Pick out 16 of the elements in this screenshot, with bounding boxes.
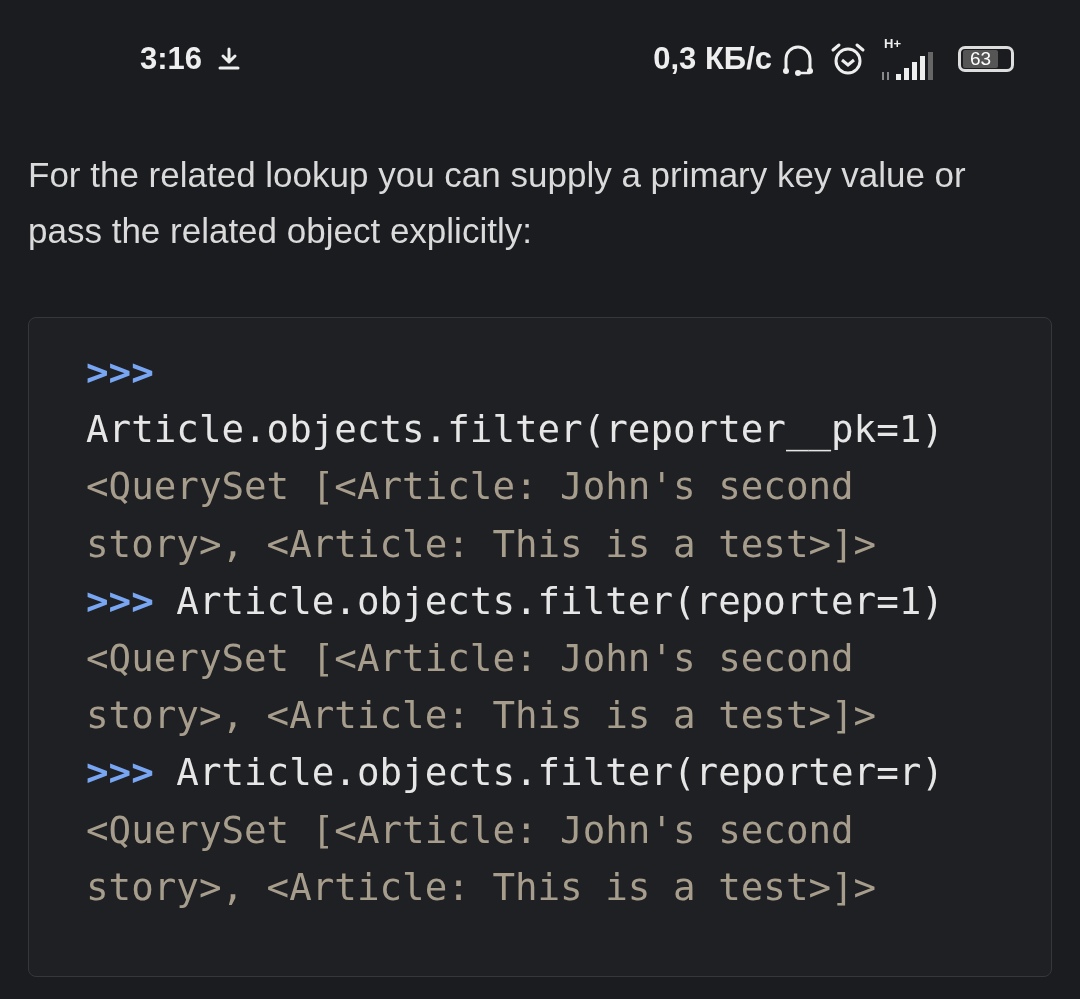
paragraph: For the related lookup you can supply a primary key value or pass the related object explicitly: bbox=[28, 154, 967, 252]
status-time: 3:16 bbox=[140, 41, 203, 77]
battery-icon: 63 bbox=[958, 46, 1014, 72]
network-type: H+ bbox=[884, 36, 901, 51]
prompt-marker: >>> bbox=[86, 350, 154, 394]
code-output: <QuerySet [<Article: John's second story>, <Article: This is a test>]> bbox=[86, 806, 878, 911]
signal-icon bbox=[880, 52, 936, 82]
code-output: <QuerySet [<Article: John's second story>, <Article: This is a test>]> bbox=[86, 635, 878, 740]
prompt-marker: >>> bbox=[86, 750, 154, 795]
code-command: Article.objects.filter(reporter=1) bbox=[176, 578, 944, 623]
alarm-clock-icon bbox=[830, 41, 866, 77]
code-command: Article.objects.filter(reporter__pk=1) bbox=[86, 407, 944, 452]
prompt-marker: >>> bbox=[86, 578, 154, 623]
code-output: <QuerySet [<Article: John's second story>, <Article: This is a test>]> bbox=[86, 463, 878, 568]
network-speed: 0,3 КБ/с bbox=[653, 41, 772, 77]
code-command: Article.objects.filter(reporter=r) bbox=[176, 750, 944, 795]
